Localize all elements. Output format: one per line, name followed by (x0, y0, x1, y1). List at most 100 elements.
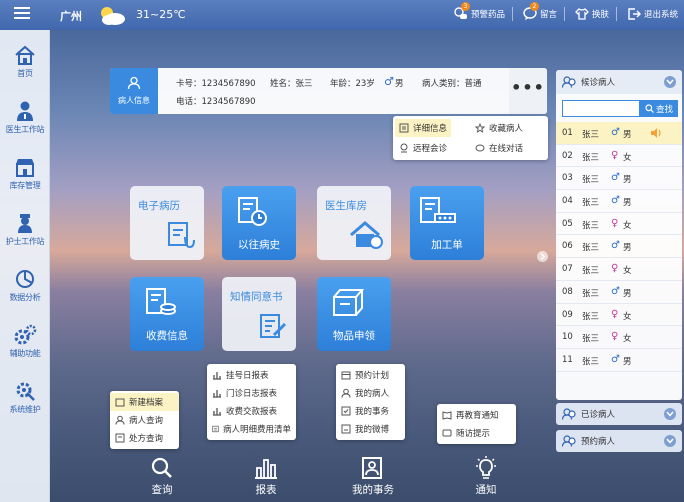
online-chat-item[interactable]: 在线对话 (471, 139, 527, 157)
chevron-down-icon[interactable] (664, 435, 676, 447)
patient-query-item[interactable]: 病人查询 (110, 411, 179, 429)
patient-row[interactable]: 04 张三 ♂ 男 (556, 190, 682, 213)
store-icon (16, 159, 34, 177)
patients-icon (562, 408, 576, 420)
next-page-arrow[interactable] (537, 251, 548, 262)
patient-category: 病人类别：普通 (422, 79, 482, 89)
search-icon (151, 457, 172, 478)
order-sheet-icon (420, 197, 456, 223)
patients-icon (562, 435, 576, 447)
card-number: 卡号：1234567890 (176, 79, 256, 89)
patient-row[interactable]: 07 张三 ♀ 女 (556, 258, 682, 281)
new-record-item[interactable]: 新建档案 (110, 393, 179, 411)
patient-name: 张三 (582, 311, 600, 322)
patient-row[interactable]: 02 张三 ♀ 女 (556, 145, 682, 168)
menu-icon[interactable] (14, 7, 30, 21)
chevron-down-icon[interactable] (664, 76, 676, 88)
tile-process-order[interactable]: 加工单 (410, 186, 484, 260)
patient-search: 查找 (562, 100, 678, 117)
booked-patients-header[interactable]: 预约病人 (556, 430, 682, 452)
chevron-down-icon[interactable] (664, 408, 676, 420)
tile-item-requisition[interactable]: 物品申领 (317, 277, 391, 351)
speaker-icon[interactable] (650, 127, 662, 142)
user-icon (341, 388, 351, 398)
more-options-button[interactable]: ••• (509, 68, 547, 114)
my-tasks-item[interactable]: 我的事务 (336, 402, 405, 420)
patient-gender: 男 (623, 130, 632, 140)
patient-row[interactable]: 01 张三 ♂ 男 (556, 122, 682, 145)
outpatient-log-report-item[interactable]: 门诊日志报表 (207, 384, 296, 402)
bottom-nav-notice[interactable]: 通知 (456, 456, 516, 497)
sidebar-item-doctor-station[interactable]: 医生工作站 (0, 94, 50, 150)
medical-record-icon (168, 222, 195, 249)
follow-up-reminder-item[interactable]: 随访提示 (437, 424, 516, 442)
appointment-plan-item[interactable]: 预约计划 (336, 366, 405, 384)
consent-document-icon (260, 314, 287, 338)
search-button[interactable]: 查找 (640, 100, 678, 117)
message-button[interactable]: 2 留言 (523, 2, 565, 21)
patient-number: 06 (562, 241, 573, 252)
patient-row[interactable]: 10 张三 ♀ 女 (556, 326, 682, 349)
patient-number: 07 (562, 264, 573, 275)
tile-history[interactable]: 以往病史 (222, 186, 296, 260)
sidebar-item-system-maintenance[interactable]: 系统维护 (0, 374, 50, 430)
favorite-patient-item[interactable]: 收藏病人 (471, 119, 527, 137)
patient-row[interactable]: 08 张三 ♂ 男 (556, 281, 682, 304)
tile-doctor-storage[interactable]: 医生库房 (317, 186, 391, 260)
patient-search-input[interactable] (562, 100, 640, 117)
registration-daily-report-item[interactable]: 挂号日报表 (207, 366, 296, 384)
profile-card-icon (362, 457, 382, 479)
re-education-notice-item[interactable]: 再教育通知 (437, 406, 516, 424)
patient-row[interactable]: 03 张三 ♂ 男 (556, 167, 682, 191)
payment-report-item[interactable]: 收费交款报表 (207, 402, 296, 420)
patient-row[interactable]: 05 张三 ♀ 女 (556, 213, 682, 236)
sidebar-item-assist[interactable]: 辅助功能 (0, 318, 50, 374)
patient-gender: 女 (623, 311, 632, 322)
tile-consent-form[interactable]: 知情同意书 (222, 277, 296, 351)
patient-name: 张三 (582, 198, 600, 209)
prescription-icon (115, 433, 125, 443)
document-icon (399, 123, 409, 133)
sidebar-item-home[interactable]: 首页 (0, 38, 50, 94)
bottom-nav-reports[interactable]: 报表 (236, 456, 296, 497)
patient-info-button[interactable]: 病人信息 (110, 68, 158, 114)
bottom-nav-query[interactable]: 查询 (132, 456, 192, 497)
male-icon: ♂ (611, 353, 620, 365)
my-patients-item[interactable]: 我的病人 (336, 384, 405, 402)
male-icon: ♂ (611, 172, 620, 184)
patient-gender: 女 (623, 266, 632, 277)
patient-number: 08 (562, 286, 573, 297)
home-icon (15, 45, 35, 65)
patient-row[interactable]: 06 张三 ♂ 男 (556, 235, 682, 259)
tile-charges[interactable]: 收费信息 (130, 277, 204, 351)
sidebar-item-nurse-station[interactable]: 护士工作站 (0, 206, 50, 262)
user-icon (115, 415, 125, 425)
my-weibo-item[interactable]: 我的微博 (336, 420, 405, 438)
patient-row[interactable]: 11 张三 ♂ 男 (556, 349, 682, 372)
female-icon: ♀ (611, 263, 619, 275)
detail-info-item[interactable]: 详细信息 (395, 119, 452, 137)
change-skin-button[interactable]: 换肤 (575, 7, 617, 21)
seen-patients-header[interactable]: 已诊病人 (556, 403, 682, 425)
remote-consultation-item[interactable]: 远程会诊 (395, 139, 451, 157)
reports-menu: 挂号日报表 门诊日志报表 收费交款报表 病人明细费用清单 (207, 364, 296, 440)
cloudy-sun-icon (96, 4, 128, 29)
patient-name: 张三 (582, 152, 600, 163)
patient-row[interactable]: 09 张三 ♀ 女 (556, 304, 682, 327)
female-icon: ♀ (611, 217, 619, 229)
sidebar-item-inventory[interactable]: 库存管理 (0, 150, 50, 206)
patient-gender: 女 (623, 220, 632, 231)
patient-name: 张三 (582, 356, 600, 367)
patient-gender: 男 (623, 356, 632, 367)
sidebar-item-data-analysis[interactable]: 数据分析 (0, 262, 50, 318)
patient-expense-list-item[interactable]: 病人明细费用清单 (207, 420, 296, 438)
prescription-query-item[interactable]: 处方查询 (110, 429, 179, 447)
tile-emr[interactable]: 电子病历 (130, 186, 204, 260)
patients-icon (562, 76, 576, 88)
patient-gender: 男 (623, 175, 632, 186)
bottom-nav-my-affairs[interactable]: 我的事务 (343, 456, 403, 497)
waiting-patients-header[interactable]: 候诊病人 (556, 70, 682, 94)
warning-drugs-button[interactable]: 3 预警药品 (454, 2, 513, 21)
logout-button[interactable]: 退出系统 (627, 7, 678, 21)
patient-name: 张三 (582, 220, 600, 231)
